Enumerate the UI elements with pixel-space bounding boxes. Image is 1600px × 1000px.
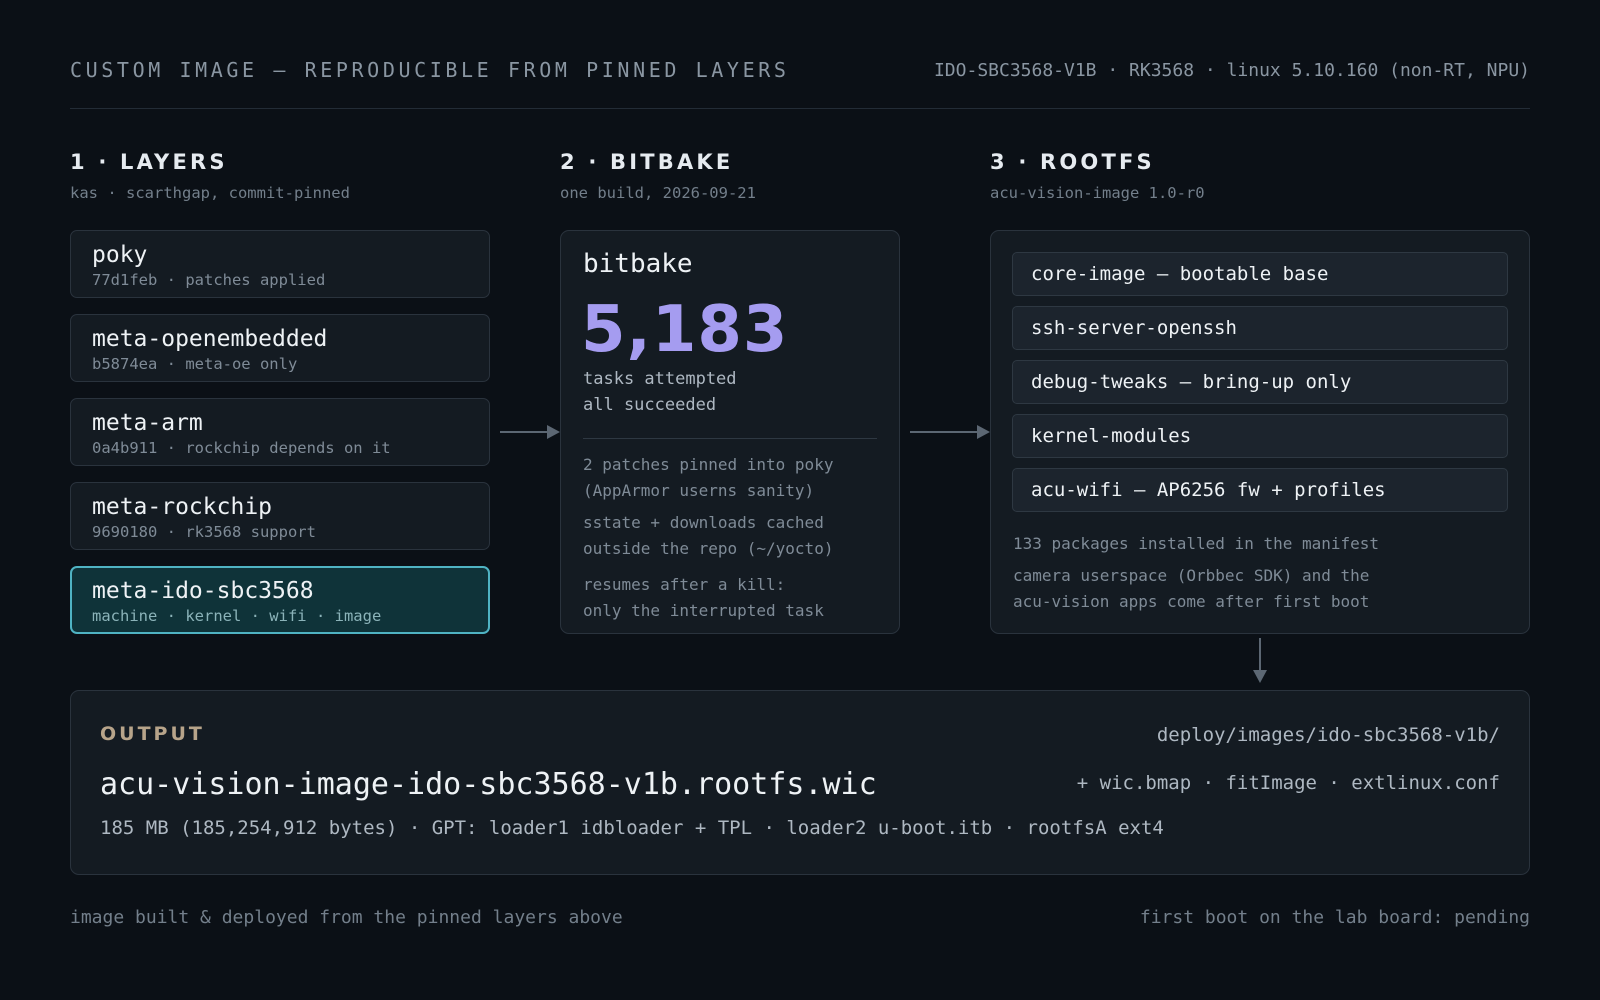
- bitbake-divider: [583, 438, 877, 439]
- bitbake-heading: 2 · BITBAKE: [560, 150, 734, 174]
- arrow-head-icon: [1253, 670, 1267, 683]
- bitbake-note: (AppArmor userns sanity): [583, 481, 815, 500]
- layer-meta: 9690180 · rk3568 support: [92, 523, 316, 541]
- bitbake-panel: bitbake 5,183 tasks attempted all succee…: [560, 230, 900, 634]
- rootfs-heading: 3 · ROOTFS: [990, 150, 1155, 174]
- rootfs-panel: core-image — bootable base ssh-server-op…: [990, 230, 1530, 634]
- layer-meta: b5874ea · meta-oe only: [92, 355, 298, 373]
- bitbake-note: sstate + downloads cached: [583, 513, 824, 532]
- layer-name: poky: [92, 242, 148, 268]
- layer-meta-openembedded: meta-openembedded b5874ea · meta-oe only: [70, 314, 490, 382]
- output-panel: OUTPUT deploy/images/ido-sbc3568-v1b/ ac…: [70, 690, 1530, 875]
- layer-meta-arm: meta-arm 0a4b911 · rockchip depends on i…: [70, 398, 490, 466]
- package-item: debug-tweaks — bring-up only: [1012, 360, 1508, 404]
- layer-meta: 77d1feb · patches applied: [92, 271, 326, 289]
- first-boot-note: acu-vision apps come after first boot: [1013, 592, 1370, 611]
- arrow-head-icon: [977, 425, 990, 439]
- output-extras: + wic.bmap · fitImage · extlinux.conf: [1076, 772, 1500, 794]
- bitbake-note: 2 patches pinned into poky: [583, 455, 834, 474]
- layer-name: meta-rockchip: [92, 494, 273, 520]
- arrow-head-icon: [547, 425, 560, 439]
- layer-name: meta-ido-sbc3568: [92, 578, 314, 604]
- layers-heading: 1 · LAYERS: [70, 150, 228, 174]
- layer-name: meta-openembedded: [92, 326, 328, 352]
- footer-pending: first boot on the lab board: pending: [1139, 907, 1530, 928]
- tasks-succeeded-label: all succeeded: [583, 395, 717, 415]
- layer-meta-ido-sbc3568: meta-ido-sbc3568 machine · kernel · wifi…: [70, 566, 490, 634]
- manifest-note: 133 packages installed in the manifest: [1013, 534, 1380, 553]
- bitbake-panel-title: bitbake: [583, 249, 693, 279]
- arrow-rootfs-to-output: [1259, 638, 1261, 671]
- package-item: ssh-server-openssh: [1012, 306, 1508, 350]
- bitbake-note: resumes after a kill:: [583, 575, 786, 594]
- output-label: OUTPUT: [100, 723, 205, 745]
- arrow-bitbake-to-rootfs: [910, 431, 977, 433]
- bitbake-subtitle: one build, 2026-09-21: [560, 184, 756, 202]
- tasks-attempted-label: tasks attempted: [583, 369, 737, 389]
- layer-poky: poky 77d1feb · patches applied: [70, 230, 490, 298]
- output-filename: acu-vision-image-ido-sbc3568-v1b.rootfs.…: [100, 767, 877, 802]
- target-info: IDO-SBC3568-V1B · RK3568 · linux 5.10.16…: [933, 60, 1530, 81]
- package-item: acu-wifi — AP6256 fw + profiles: [1012, 468, 1508, 512]
- package-item: core-image — bootable base: [1012, 252, 1508, 296]
- footer-status: image built & deployed from the pinned l…: [70, 907, 623, 928]
- layer-meta: machine · kernel · wifi · image: [92, 607, 382, 625]
- layer-name: meta-arm: [92, 410, 203, 436]
- layer-meta-rockchip: meta-rockchip 9690180 · rk3568 support: [70, 482, 490, 550]
- rootfs-subtitle: acu-vision-image 1.0-r0: [990, 184, 1205, 202]
- package-item: kernel-modules: [1012, 414, 1508, 458]
- layers-subtitle: kas · scarthgap, commit-pinned: [70, 184, 350, 202]
- arrow-layers-to-bitbake: [500, 431, 547, 433]
- page-title: CUSTOM IMAGE — REPRODUCIBLE FROM PINNED …: [70, 58, 790, 82]
- header-divider: [70, 108, 1530, 109]
- output-path: deploy/images/ido-sbc3568-v1b/: [1156, 724, 1500, 746]
- output-details: 185 MB (185,254,912 bytes) · GPT: loader…: [100, 817, 1164, 839]
- task-count: 5,183: [581, 293, 789, 367]
- bitbake-note: outside the repo (~/yocto): [583, 539, 834, 558]
- first-boot-note: camera userspace (Orbbec SDK) and the: [1013, 566, 1370, 585]
- bitbake-note: only the interrupted task: [583, 601, 824, 620]
- layer-meta: 0a4b911 · rockchip depends on it: [92, 439, 391, 457]
